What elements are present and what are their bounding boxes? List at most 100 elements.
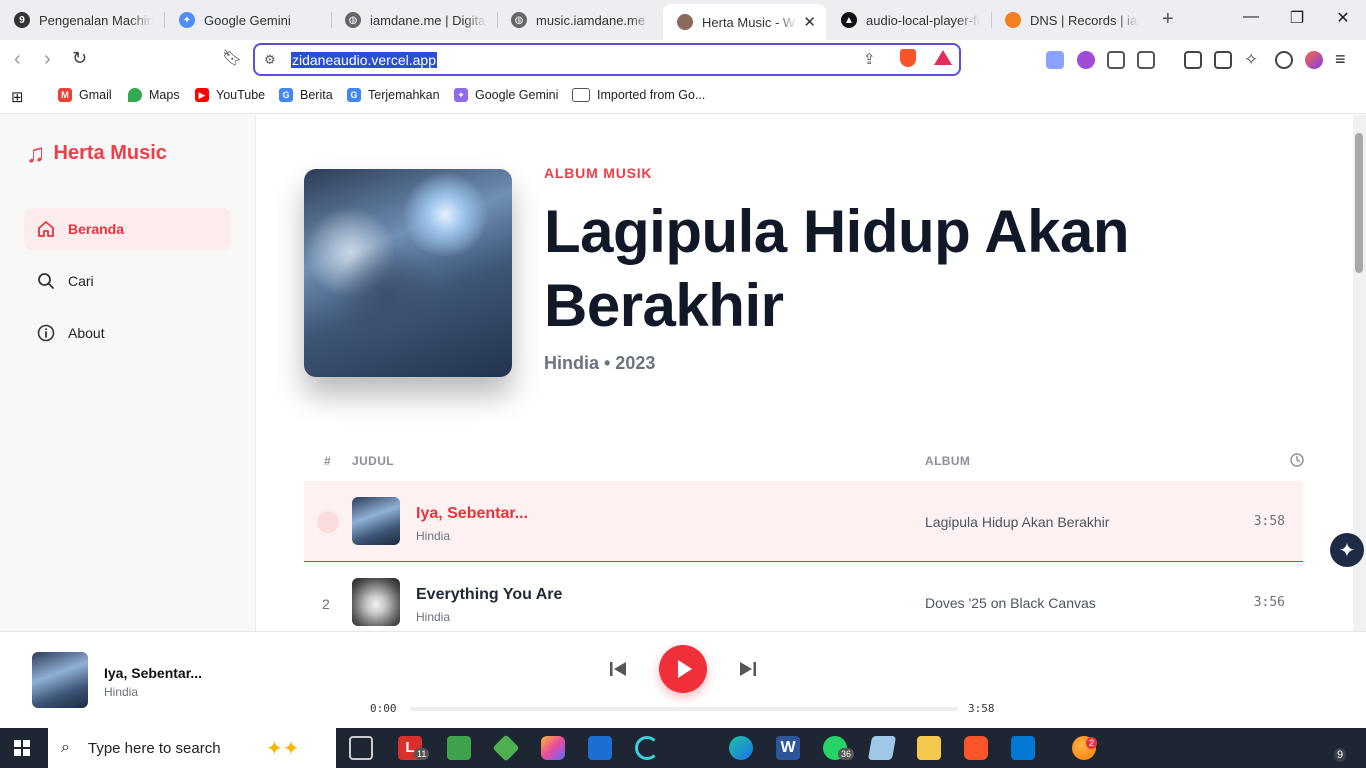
play-button[interactable] xyxy=(659,645,707,693)
tab-label: Herta Music - We xyxy=(702,14,798,30)
brand-logo[interactable]: ♫ Herta Music xyxy=(26,140,167,166)
notes-app-icon[interactable] xyxy=(867,736,897,760)
curved-app-icon[interactable] xyxy=(635,736,659,760)
track-title: Iya, Sebentar... xyxy=(416,505,529,522)
whatsapp-badge: 36 xyxy=(838,748,855,760)
browser-tab[interactable]: ◍ iamdane.me | Digital xyxy=(331,5,497,35)
leo-assistant-icon[interactable]: ✦ xyxy=(1330,533,1364,567)
forward-icon[interactable]: › xyxy=(44,48,51,71)
outlook-icon[interactable] xyxy=(588,736,612,760)
track-number: 2 xyxy=(322,596,330,612)
gemini-icon: ✦ xyxy=(454,88,468,102)
task-view-icon[interactable] xyxy=(349,736,373,760)
weather-badge: 2 xyxy=(1086,737,1098,749)
scrollbar-thumb[interactable] xyxy=(1355,133,1363,273)
browser-tab[interactable]: 9 Pengenalan Machine xyxy=(0,5,163,35)
profile-icon[interactable] xyxy=(1305,51,1323,69)
vercel-icon: ▲ xyxy=(841,12,857,28)
browser-tab[interactable]: ▲ audio-local-player-fir xyxy=(827,5,990,35)
browser-tab[interactable]: ✦ Google Gemini xyxy=(165,5,330,35)
gemini-icon: ✦ xyxy=(179,12,195,28)
menu-icon[interactable]: ≡ xyxy=(1335,49,1346,70)
taskbar-search-box[interactable]: ⌕ Type here to search ✦✦ xyxy=(48,728,336,768)
bookmarks-bar: ⊞ M Gmail Maps ▶ YouTube G Berita G Terj… xyxy=(0,80,1366,114)
extension-lr-icon[interactable] xyxy=(1077,51,1095,69)
bookmark-icon[interactable]: 🔖︎ xyxy=(222,48,242,68)
extensions-puzzle-icon[interactable] xyxy=(1107,51,1125,69)
album-meta: Hindia • 2023 xyxy=(544,353,656,373)
address-bar[interactable]: ⚙ zidaneaudio.vercel.app ⇪ xyxy=(253,43,961,76)
previous-track-icon[interactable] xyxy=(608,659,628,679)
track-title: Everything You Are xyxy=(416,586,563,603)
folder-icon xyxy=(572,88,590,102)
nav-label: About xyxy=(68,325,105,341)
herta-avatar-icon xyxy=(677,14,693,30)
minimize-icon[interactable]: — xyxy=(1236,8,1266,26)
file-explorer-icon[interactable] xyxy=(917,736,941,760)
bookmark-gmail[interactable]: M Gmail xyxy=(58,88,112,102)
leo-ai-icon[interactable]: ✧ xyxy=(1244,51,1262,69)
bookmark-berita[interactable]: G Berita xyxy=(279,88,333,102)
column-title: JUDUL xyxy=(352,454,395,468)
wallet-icon[interactable] xyxy=(1214,51,1232,69)
nav-item-cari[interactable]: Cari xyxy=(24,260,231,302)
apps-grid-icon[interactable]: ⊞ xyxy=(11,88,24,106)
news-icon: G xyxy=(279,88,293,102)
next-track-icon[interactable] xyxy=(738,659,758,679)
browser-tab-active[interactable]: Herta Music - We ✕ xyxy=(663,4,826,40)
notification-count-badge[interactable]: 9 xyxy=(1334,748,1347,762)
nav-label: Cari xyxy=(68,273,94,289)
windows-start-icon[interactable] xyxy=(14,740,30,756)
track-row-current[interactable]: Iya, Sebentar... Hindia Lagipula Hidup A… xyxy=(304,481,1303,562)
url-text[interactable]: zidaneaudio.vercel.app xyxy=(291,52,437,68)
tab-label: audio-local-player-fir xyxy=(866,12,980,28)
minecraft-icon[interactable] xyxy=(492,734,520,762)
close-tab-icon[interactable]: ✕ xyxy=(803,13,816,31)
brave-rewards-icon[interactable] xyxy=(934,50,952,65)
tab-label: iamdane.me | Digital xyxy=(370,12,487,28)
browser-toolbar: ‹ › ↻ 🔖︎ ⚙ zidaneaudio.vercel.app ⇪ ✧ ≡ xyxy=(0,40,1366,80)
new-tab-icon[interactable]: + xyxy=(1162,8,1174,31)
reload-icon[interactable]: ↻ xyxy=(72,48,87,69)
reader-mode-icon[interactable] xyxy=(1137,51,1155,69)
app-grid-green-icon[interactable] xyxy=(447,736,471,760)
translate-icon: G xyxy=(347,88,361,102)
extension-sync-icon[interactable] xyxy=(1046,51,1064,69)
word-icon[interactable]: W xyxy=(776,736,800,760)
brave-browser-icon[interactable] xyxy=(964,736,988,760)
playing-indicator xyxy=(317,511,339,533)
browser-tab[interactable]: DNS | Records | iamd xyxy=(991,5,1149,35)
track-artist: Hindia xyxy=(416,610,451,624)
total-time: 3:58 xyxy=(968,702,995,715)
clock-icon xyxy=(1290,453,1304,470)
progress-slider[interactable] xyxy=(410,707,958,711)
vpn-icon[interactable] xyxy=(1275,51,1293,69)
bookmark-maps[interactable]: Maps xyxy=(128,88,180,102)
bookmark-label: Berita xyxy=(300,88,333,102)
main-content: ALBUM MUSIK Lagipula Hidup Akan Berakhir… xyxy=(257,115,1353,631)
copilot-icon[interactable] xyxy=(541,736,565,760)
back-icon[interactable]: ‹ xyxy=(14,48,21,71)
nav-item-beranda[interactable]: Beranda xyxy=(24,208,231,250)
track-row[interactable]: 2 Everything You Are Hindia Doves '25 on… xyxy=(304,562,1303,631)
bookmark-gemini[interactable]: ✦ Google Gemini xyxy=(454,88,558,102)
sidebar-toggle-icon[interactable] xyxy=(1184,51,1202,69)
maximize-icon[interactable]: ❐ xyxy=(1282,8,1312,28)
track-thumbnail xyxy=(352,497,400,545)
nav-item-about[interactable]: About xyxy=(24,312,231,354)
track-album: Doves '25 on Black Canvas xyxy=(925,595,1096,611)
site-info-icon[interactable]: ⚙ xyxy=(264,52,276,68)
bookmark-terjemahkan[interactable]: G Terjemahkan xyxy=(347,88,440,102)
window-close-icon[interactable]: ✕ xyxy=(1328,8,1358,28)
vscode-icon[interactable] xyxy=(1011,736,1035,760)
edge-icon[interactable] xyxy=(729,736,753,760)
album-cover-art xyxy=(304,169,512,377)
search-icon xyxy=(37,272,55,290)
column-album: ALBUM xyxy=(925,454,971,468)
share-icon[interactable]: ⇪ xyxy=(863,50,876,68)
bookmark-youtube[interactable]: ▶ YouTube xyxy=(195,88,265,102)
current-time: 0:00 xyxy=(370,702,397,715)
brave-shields-icon[interactable] xyxy=(900,49,916,67)
browser-tab[interactable]: ◍ music.iamdane.me xyxy=(497,5,663,35)
bookmark-folder-imported[interactable]: Imported from Go... xyxy=(572,88,705,102)
